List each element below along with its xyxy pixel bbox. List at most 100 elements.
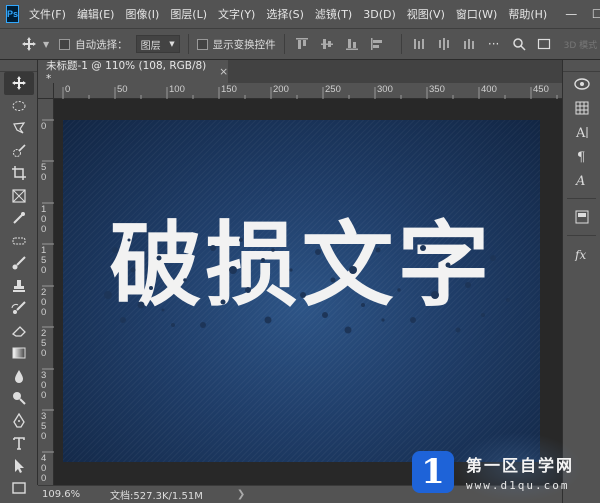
align-vcenter-icon[interactable]	[318, 35, 336, 53]
divider	[400, 34, 402, 54]
menu-window[interactable]: 窗口(W)	[456, 6, 497, 22]
distribute-bottom-icon[interactable]	[460, 35, 478, 53]
clone-stamp-tool-icon[interactable]	[4, 275, 34, 298]
divider	[283, 34, 285, 54]
document-canvas[interactable]: 破损文字	[63, 120, 540, 462]
menu-edit[interactable]: 编辑(E)	[77, 6, 115, 22]
broken-text-layer: 破损文字	[109, 212, 494, 319]
ruler-label: 0	[65, 84, 71, 95]
menu-filter[interactable]: 滤镜(T)	[315, 6, 352, 22]
ruler-label: 250	[41, 328, 47, 359]
table-panel-icon[interactable]	[567, 96, 597, 120]
crop-tool-icon[interactable]	[4, 162, 34, 185]
chevron-right-icon[interactable]: ❯	[237, 489, 245, 500]
styles-fx-icon[interactable]: fx	[567, 242, 597, 266]
more-options-icon[interactable]: ···	[485, 35, 503, 53]
svg-text:A: A	[575, 174, 585, 188]
divider	[567, 235, 596, 236]
search-icon[interactable]	[510, 35, 528, 53]
minimize-button[interactable]: —	[558, 3, 584, 25]
path-selection-tool-icon[interactable]	[4, 455, 34, 478]
ruler-label: 100	[169, 84, 185, 95]
ruler-label: 450	[533, 84, 549, 95]
document-tab[interactable]: 未标题-1 @ 110% (108, RGB/8) * ×	[38, 60, 228, 85]
watermark-logo-icon: 1	[412, 450, 454, 493]
show-transform-label: 显示变换控件	[212, 38, 276, 51]
document-tab-title: 未标题-1 @ 110% (108, RGB/8) *	[46, 60, 207, 85]
distribute-top-icon[interactable]	[410, 35, 428, 53]
move-tool-icon[interactable]	[4, 72, 34, 95]
menu-file[interactable]: 文件(F)	[29, 6, 66, 22]
menu-layer[interactable]: 图层(L)	[170, 6, 207, 22]
divider	[187, 34, 189, 54]
gradient-tool-icon[interactable]	[4, 342, 34, 365]
eyedropper-tool-icon[interactable]	[4, 207, 34, 230]
ruler-label: 400	[481, 84, 497, 95]
zoom-field[interactable]: 109.6%	[38, 489, 88, 500]
ruler-horizontal[interactable]: 0 50 100 150 200 250 300 350 400 450	[38, 83, 562, 99]
photoshop-window: Ps 文件(F) 编辑(E) 图像(I) 图层(L) 文字(Y) 选择(S) 滤…	[0, 0, 600, 503]
quick-select-tool-icon[interactable]	[4, 140, 34, 163]
character-panel-icon[interactable]: A	[567, 120, 597, 144]
blur-tool-icon[interactable]	[4, 365, 34, 388]
ruler-label: 200	[41, 287, 47, 318]
ruler-label: 300	[41, 370, 47, 401]
menu-type[interactable]: 文字(Y)	[218, 6, 255, 22]
auto-select-value: 图层	[140, 40, 161, 52]
ruler-label: 150	[221, 84, 237, 95]
document-tab-bar: 未标题-1 @ 110% (108, RGB/8) * ×	[38, 60, 562, 85]
auto-select-dropdown[interactable]: 图层 ▼	[135, 35, 180, 53]
pen-tool-icon[interactable]	[4, 410, 34, 433]
watermark-url: www.d1qu.com	[466, 478, 570, 492]
document-info: 文档:527.3K/1.51M	[110, 491, 203, 502]
distribute-center-icon[interactable]	[435, 35, 453, 53]
panel-grip[interactable]	[0, 60, 37, 72]
brush-tool-icon[interactable]	[4, 252, 34, 275]
menu-view[interactable]: 视图(V)	[407, 6, 445, 22]
svg-text:A: A	[575, 126, 586, 140]
ruler-label: 50	[117, 84, 128, 95]
ruler-origin[interactable]	[38, 83, 54, 99]
eraser-tool-icon[interactable]	[4, 320, 34, 343]
ruler-label: 100	[41, 204, 47, 235]
marquee-tool-icon[interactable]	[4, 95, 34, 118]
move-tool-preset-icon[interactable]	[18, 33, 40, 55]
align-bottom-icon[interactable]	[343, 35, 361, 53]
auto-select-checkbox[interactable]	[59, 38, 71, 50]
ruler-label: 350	[429, 84, 445, 95]
menu-help[interactable]: 帮助(H)	[508, 6, 547, 22]
svg-text:fx: fx	[574, 248, 586, 261]
frame-tool-icon[interactable]	[4, 185, 34, 208]
maximize-button[interactable]: ☐	[584, 3, 600, 25]
rectangle-tool-icon[interactable]	[4, 477, 34, 500]
ruler-vertical[interactable]: 0 50 100 150 200 250 300 350 400	[38, 99, 54, 485]
menu-3d[interactable]: 3D(D)	[363, 8, 396, 21]
type-tool-icon[interactable]	[4, 432, 34, 455]
chevron-down-icon[interactable]: ▼	[43, 40, 49, 49]
options-bar: ▼ 自动选择： 图层 ▼ 显示变换控件 ··· 3D 模式	[0, 28, 600, 60]
ruler-label: 350	[41, 411, 47, 442]
show-transform-checkbox[interactable]	[196, 38, 208, 50]
workspace-icon[interactable]	[535, 35, 553, 53]
menu-select[interactable]: 选择(S)	[266, 6, 304, 22]
ruler-label: 300	[377, 84, 393, 95]
align-top-icon[interactable]	[293, 35, 311, 53]
close-icon[interactable]: ×	[219, 66, 228, 78]
lasso-tool-icon[interactable]	[4, 117, 34, 140]
document-workspace[interactable]: 破损文字	[54, 99, 562, 485]
3d-panel-icon[interactable]	[567, 72, 597, 96]
align-left-icon[interactable]	[368, 35, 386, 53]
libraries-panel-icon[interactable]	[567, 205, 597, 229]
history-brush-tool-icon[interactable]	[4, 297, 34, 320]
panel-grip[interactable]	[563, 60, 600, 72]
ruler-label: 0	[41, 121, 47, 132]
ruler-label: 400	[41, 453, 47, 484]
ruler-label: 150	[41, 245, 47, 276]
healing-brush-tool-icon[interactable]	[4, 230, 34, 253]
dodge-tool-icon[interactable]	[4, 387, 34, 410]
site-watermark: 1 第一区自学网 www.d1qu.com	[412, 432, 600, 503]
paragraph-panel-icon[interactable]: ¶	[567, 144, 597, 168]
menu-image[interactable]: 图像(I)	[125, 6, 159, 22]
glyphs-panel-icon[interactable]: A	[567, 168, 597, 192]
ruler-label: 50	[41, 162, 47, 183]
